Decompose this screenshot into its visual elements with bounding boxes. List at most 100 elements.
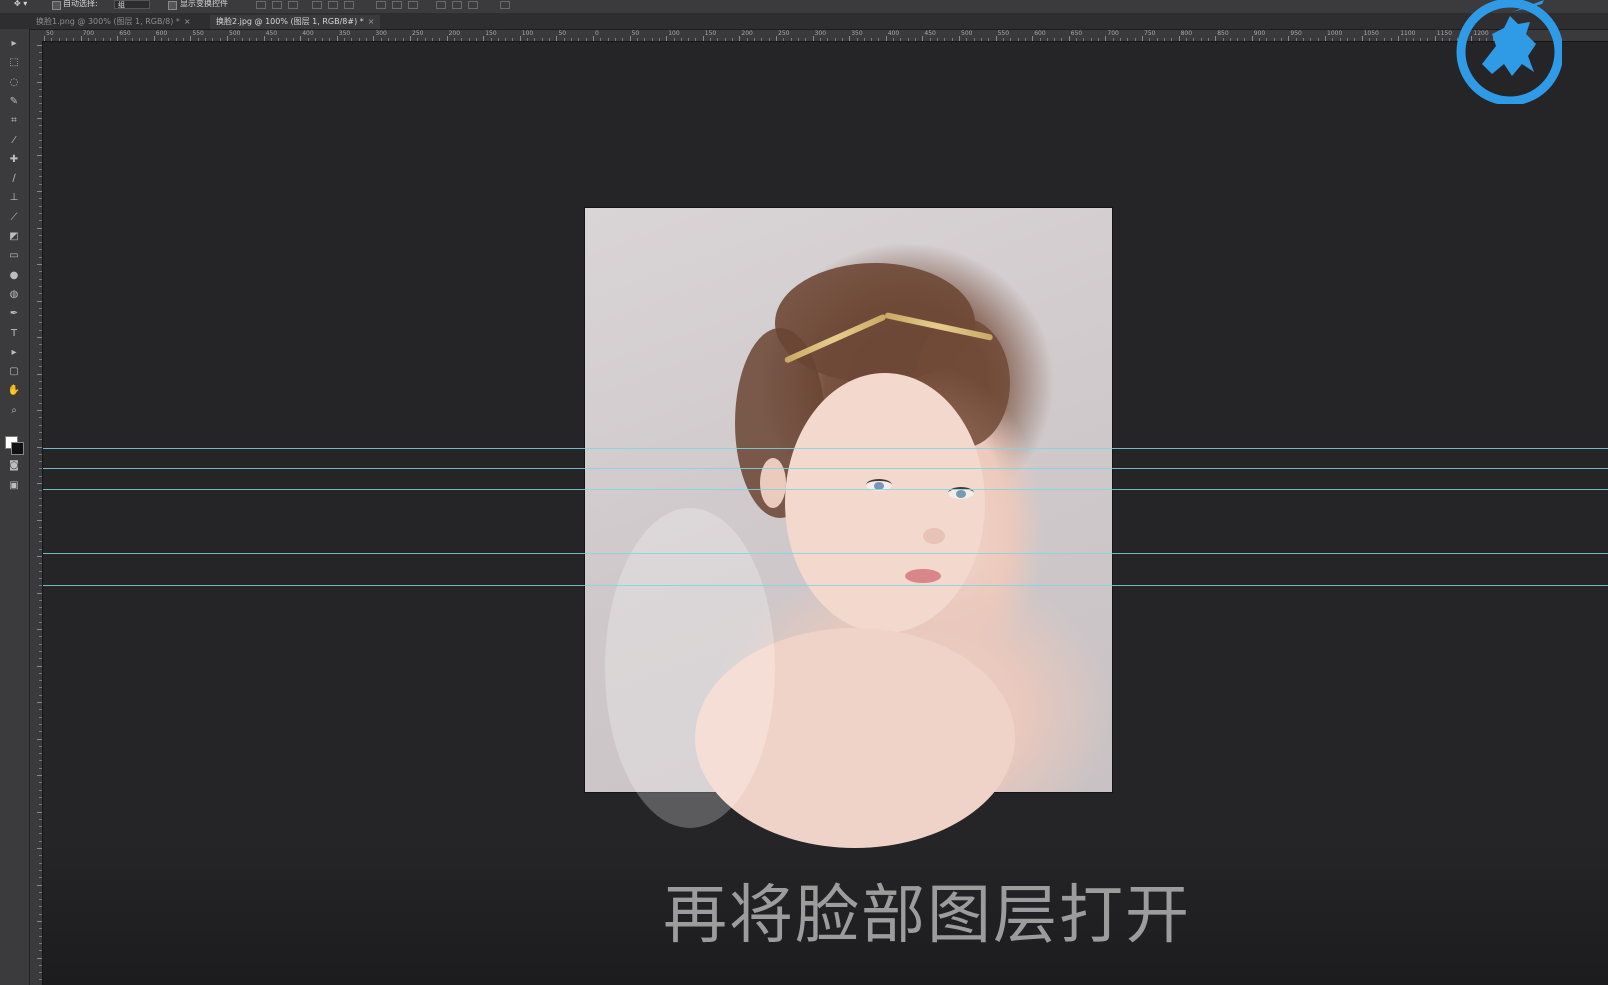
dodge-tool-icon[interactable]: ◍ — [6, 288, 22, 302]
ruler-minor-tick — [256, 38, 258, 41]
ruler-minor-tick — [270, 38, 272, 41]
ruler-minor-tick — [1039, 38, 1041, 41]
ruler-tick — [39, 220, 42, 222]
ruler-minor-tick — [51, 38, 53, 41]
ruler-minor-tick — [175, 38, 177, 41]
ruler-label: 250 — [778, 30, 790, 37]
ruler-minor-tick — [1112, 38, 1114, 41]
ruler-tick — [1288, 36, 1290, 41]
quick-mask-icon[interactable]: ◙ — [6, 459, 22, 473]
background-color-swatch[interactable] — [11, 442, 24, 455]
horizontal-ruler[interactable]: 50 700 650 600 550 500 450 400 350 300 250 200 150 10… — [42, 30, 1608, 42]
shape-tool-icon[interactable]: ▢ — [6, 365, 22, 379]
ruler-tick — [37, 300, 42, 302]
history-brush-tool-icon[interactable]: ⟋ — [6, 211, 22, 225]
ruler-tick — [39, 782, 42, 784]
distribute-right-icon[interactable] — [468, 1, 478, 9]
path-select-tool-icon[interactable]: ▸ — [6, 346, 22, 360]
ruler-tick — [39, 285, 42, 287]
hand-tool-icon[interactable]: ✋ — [6, 384, 22, 398]
ruler-minor-tick — [863, 38, 865, 41]
ruler-minor-tick — [1222, 38, 1224, 41]
ruler-minor-tick — [1346, 38, 1348, 41]
align-hcenter-icon[interactable] — [328, 1, 338, 9]
ruler-minor-tick — [710, 38, 712, 41]
ruler-minor-tick — [497, 38, 499, 41]
ruler-minor-tick — [139, 38, 141, 41]
eyedropper-tool-icon[interactable]: ⁄ — [6, 134, 22, 148]
ruler-tick — [39, 242, 42, 244]
ruler-tick — [812, 36, 814, 41]
ruler-minor-tick — [512, 38, 514, 41]
document-canvas[interactable] — [43, 42, 1608, 985]
auto-select-checkbox[interactable] — [52, 1, 61, 10]
marquee-tool-icon[interactable]: ⬚ — [6, 56, 22, 70]
ruler-tick — [37, 446, 42, 448]
align-vcenter-icon[interactable] — [272, 1, 282, 9]
horizontal-guide[interactable] — [43, 553, 1608, 554]
ruler-tick — [39, 935, 42, 937]
distribute-hcenter-icon[interactable] — [452, 1, 462, 9]
ruler-tick — [37, 373, 42, 375]
ruler-tick — [1434, 36, 1436, 41]
blur-tool-icon[interactable]: ● — [6, 269, 22, 283]
align-top-icon[interactable] — [256, 1, 266, 9]
ruler-minor-tick — [1017, 38, 1019, 41]
auto-select-dropdown[interactable]: 组 — [114, 0, 150, 9]
align-bottom-icon[interactable] — [288, 1, 298, 9]
horizontal-guide[interactable] — [43, 448, 1608, 449]
ruler-minor-tick — [1163, 38, 1165, 41]
horizontal-guide[interactable] — [43, 489, 1608, 490]
ruler-tick — [1398, 36, 1400, 41]
ruler-tick — [37, 337, 42, 338]
tab-document-2[interactable]: 换脸2.jpg @ 100% (图层 1, RGB/8#) * × — [210, 15, 381, 29]
ruler-tick — [39, 789, 42, 791]
ruler-minor-tick — [402, 38, 404, 41]
tab-document-1[interactable]: 换脸1.png @ 300% (图层 1, RGB/8) * × — [30, 15, 197, 29]
move-tool-icon[interactable]: ▸ — [6, 37, 22, 51]
ruler-minor-tick — [307, 38, 309, 41]
ruler-tick — [39, 599, 42, 601]
lasso-tool-icon[interactable]: ◌ — [6, 76, 22, 90]
ruler-minor-tick — [549, 38, 551, 41]
ruler-tick — [37, 483, 42, 484]
ruler-label: 350 — [851, 30, 863, 37]
ruler-tick — [39, 88, 42, 90]
eraser-tool-icon[interactable]: ◩ — [6, 230, 22, 244]
ruler-label: 100 — [521, 30, 534, 37]
options-bar: ✥ ▾ 自动选择: 组 显示变换控件 — [0, 0, 1608, 14]
ruler-tick — [39, 899, 42, 901]
screen-mode-icon[interactable]: ▣ — [6, 479, 22, 493]
distribute-left-icon[interactable] — [436, 1, 446, 9]
vertical-ruler[interactable] — [30, 41, 43, 985]
ruler-tick — [39, 66, 42, 68]
distribute-vcenter-icon[interactable] — [392, 1, 402, 9]
move-tool-preset-icon[interactable]: ✥ ▾ — [14, 0, 27, 10]
ruler-tick — [37, 702, 42, 703]
zoom-tool-icon[interactable]: ⌕ — [6, 404, 22, 418]
type-tool-icon[interactable]: T — [6, 327, 22, 341]
ruler-minor-tick — [695, 38, 697, 41]
crop-tool-icon[interactable]: ⌗ — [6, 114, 22, 128]
clone-stamp-tool-icon[interactable]: ⊥ — [6, 191, 22, 205]
quick-select-tool-icon[interactable]: ✎ — [6, 95, 22, 109]
auto-align-icon[interactable] — [500, 1, 510, 9]
horizontal-guide[interactable] — [43, 468, 1608, 469]
ruler-tick — [39, 621, 42, 623]
align-left-icon[interactable] — [312, 1, 322, 9]
distribute-bottom-icon[interactable] — [408, 1, 418, 9]
ruler-minor-tick — [1442, 38, 1444, 41]
distribute-top-icon[interactable] — [376, 1, 386, 9]
close-icon[interactable]: × — [184, 17, 191, 26]
ruler-label: 200 — [741, 30, 753, 37]
brush-tool-icon[interactable]: ∕ — [6, 172, 22, 186]
horizontal-guide[interactable] — [43, 585, 1608, 586]
align-right-icon[interactable] — [344, 1, 354, 9]
healing-brush-tool-icon[interactable]: ✚ — [6, 153, 22, 167]
close-icon[interactable]: × — [368, 17, 375, 26]
show-transform-checkbox[interactable] — [168, 1, 177, 10]
ruler-minor-tick — [541, 38, 543, 41]
gradient-tool-icon[interactable]: ▭ — [6, 249, 22, 263]
pen-tool-icon[interactable]: ✒ — [6, 307, 22, 321]
ruler-minor-tick — [234, 38, 236, 41]
